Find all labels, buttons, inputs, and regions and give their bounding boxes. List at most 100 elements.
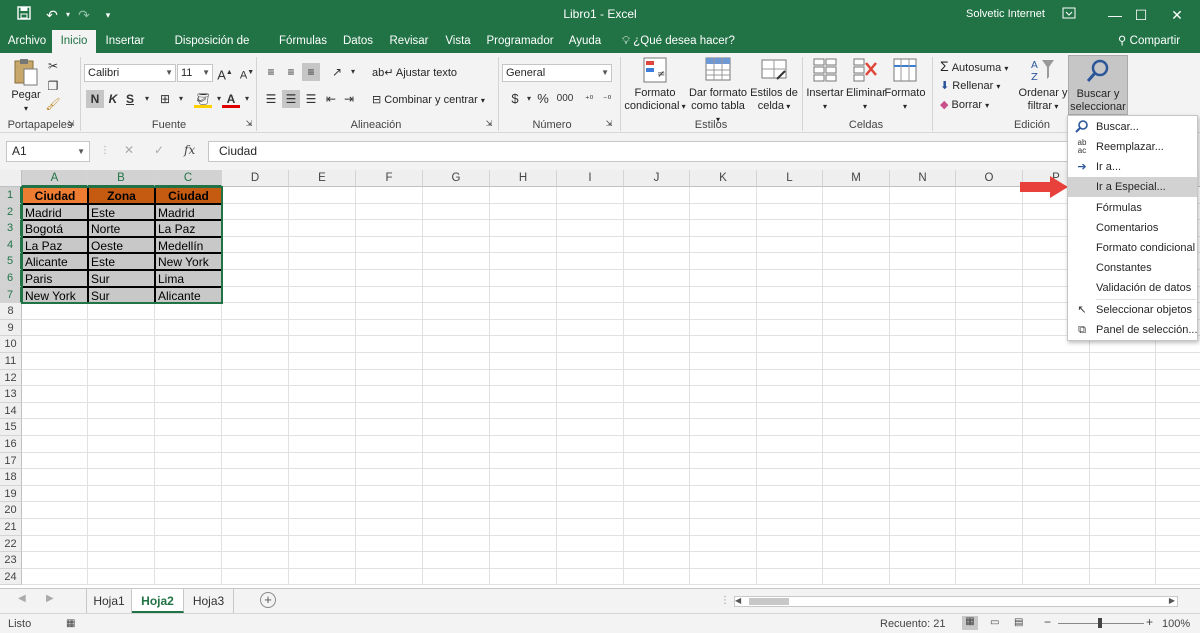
- menu-item-comentarios[interactable]: Comentarios: [1068, 218, 1197, 238]
- empty-cell[interactable]: [356, 286, 423, 304]
- empty-cell[interactable]: [1023, 386, 1090, 403]
- bold-button[interactable]: N: [86, 90, 104, 108]
- column-header[interactable]: O: [956, 170, 1023, 187]
- paste-button[interactable]: Pegar ▾: [6, 57, 46, 115]
- empty-cell[interactable]: [1023, 568, 1090, 586]
- empty-cell[interactable]: [490, 270, 557, 287]
- align-center-icon[interactable]: ☰: [282, 90, 300, 108]
- select-all-corner[interactable]: [0, 170, 22, 187]
- empty-cell[interactable]: [956, 519, 1023, 536]
- dialog-launcher-icon[interactable]: ⇲: [244, 119, 254, 129]
- empty-cell[interactable]: [823, 220, 890, 237]
- empty-cell[interactable]: [155, 452, 222, 470]
- empty-cell[interactable]: [1156, 353, 1200, 370]
- ribbon-options-icon[interactable]: [1046, 0, 1092, 30]
- empty-cell[interactable]: [423, 552, 490, 569]
- empty-cell[interactable]: [22, 519, 88, 536]
- empty-cell[interactable]: [1090, 402, 1156, 420]
- empty-cell[interactable]: [289, 220, 356, 237]
- empty-cell[interactable]: [356, 319, 423, 337]
- empty-cell[interactable]: [757, 485, 823, 503]
- empty-cell[interactable]: [890, 519, 956, 536]
- empty-cell[interactable]: [1090, 552, 1156, 569]
- empty-cell[interactable]: [823, 353, 890, 370]
- row-header[interactable]: 5: [0, 253, 22, 270]
- empty-cell[interactable]: [490, 203, 557, 221]
- empty-cell[interactable]: [356, 203, 423, 221]
- empty-cell[interactable]: [823, 436, 890, 453]
- scroll-right-icon[interactable]: ▶: [46, 593, 54, 604]
- macro-record-icon[interactable]: ▦: [66, 618, 75, 629]
- empty-cell[interactable]: [757, 452, 823, 470]
- column-header[interactable]: B: [88, 170, 155, 187]
- empty-cell[interactable]: [890, 419, 956, 436]
- empty-cell[interactable]: [890, 236, 956, 254]
- empty-cell[interactable]: [690, 552, 757, 569]
- empty-cell[interactable]: [690, 253, 757, 270]
- tab-formulas[interactable]: Fórmulas: [276, 30, 330, 53]
- empty-cell[interactable]: [423, 319, 490, 337]
- empty-cell[interactable]: [690, 386, 757, 403]
- empty-cell[interactable]: [423, 270, 490, 287]
- empty-cell[interactable]: [624, 452, 690, 470]
- empty-cell[interactable]: [624, 552, 690, 569]
- horizontal-scrollbar[interactable]: ◀ ▶: [734, 596, 1178, 607]
- empty-cell[interactable]: [222, 319, 289, 337]
- empty-cell[interactable]: [823, 419, 890, 436]
- tab-programador[interactable]: Programador: [484, 30, 556, 53]
- empty-cell[interactable]: [690, 220, 757, 237]
- empty-cell[interactable]: [222, 386, 289, 403]
- cancel-icon[interactable]: ✕: [124, 143, 134, 157]
- empty-cell[interactable]: [956, 386, 1023, 403]
- find-select-button[interactable]: Buscar y seleccionar ▾: [1068, 55, 1128, 125]
- empty-cell[interactable]: [289, 436, 356, 453]
- row-header[interactable]: 10: [0, 336, 22, 353]
- empty-cell[interactable]: [22, 452, 88, 470]
- empty-cell[interactable]: [757, 436, 823, 453]
- sheet-tab-hoja3[interactable]: Hoja3: [184, 589, 234, 613]
- empty-cell[interactable]: [823, 502, 890, 519]
- empty-cell[interactable]: [890, 552, 956, 569]
- empty-cell[interactable]: [557, 386, 624, 403]
- empty-cell[interactable]: [956, 187, 1023, 204]
- empty-cell[interactable]: [1090, 452, 1156, 470]
- empty-cell[interactable]: [155, 552, 222, 569]
- empty-cell[interactable]: [356, 436, 423, 453]
- empty-cell[interactable]: [1156, 419, 1200, 436]
- empty-cell[interactable]: [222, 419, 289, 436]
- empty-cell[interactable]: [423, 519, 490, 536]
- empty-cell[interactable]: [423, 469, 490, 486]
- empty-cell[interactable]: [757, 187, 823, 204]
- empty-cell[interactable]: [1023, 353, 1090, 370]
- empty-cell[interactable]: [155, 485, 222, 503]
- tab-disposicion[interactable]: Disposición de página: [158, 30, 266, 69]
- tab-datos[interactable]: Datos: [338, 30, 378, 53]
- empty-cell[interactable]: [356, 552, 423, 569]
- empty-cell[interactable]: [423, 485, 490, 503]
- empty-cell[interactable]: [890, 369, 956, 387]
- zoom-level[interactable]: 100%: [1162, 618, 1190, 630]
- row-header[interactable]: 21: [0, 519, 22, 536]
- empty-cell[interactable]: [222, 236, 289, 254]
- dialog-launcher-icon[interactable]: ⇲: [604, 119, 614, 129]
- empty-cell[interactable]: [356, 253, 423, 270]
- empty-cell[interactable]: [289, 236, 356, 254]
- tab-vista[interactable]: Vista: [440, 30, 476, 53]
- empty-cell[interactable]: [22, 485, 88, 503]
- column-header[interactable]: H: [490, 170, 557, 187]
- empty-cell[interactable]: [222, 353, 289, 370]
- empty-cell[interactable]: [823, 386, 890, 403]
- sort-filter-button[interactable]: AZ Ordenar y filtrar ▾: [1018, 57, 1068, 113]
- row-header[interactable]: 7: [0, 286, 22, 304]
- empty-cell[interactable]: [956, 436, 1023, 453]
- empty-cell[interactable]: [1090, 502, 1156, 519]
- empty-cell[interactable]: [1023, 419, 1090, 436]
- row-header[interactable]: 3: [0, 220, 22, 237]
- empty-cell[interactable]: [490, 319, 557, 337]
- empty-cell[interactable]: [88, 419, 155, 436]
- empty-cell[interactable]: [1023, 552, 1090, 569]
- empty-cell[interactable]: [22, 552, 88, 569]
- empty-cell[interactable]: [890, 286, 956, 304]
- format-painter-icon[interactable]: 🖌︎: [44, 95, 62, 113]
- empty-cell[interactable]: [890, 353, 956, 370]
